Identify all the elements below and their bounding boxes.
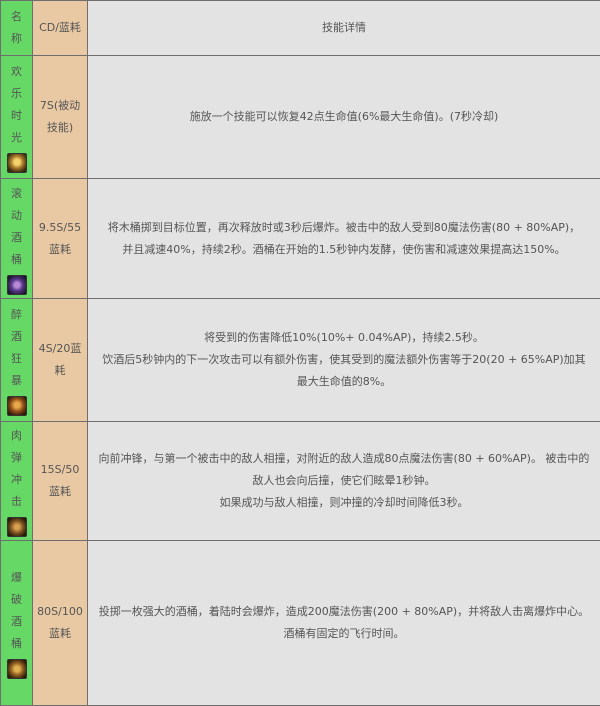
skill-cd: 7S(被动技能) bbox=[36, 95, 84, 139]
skill-detail-line: 饮酒后5秒钟内的下一次攻击可以有额外伤害，使其受到的魔法额外伤害等于20(20 … bbox=[94, 349, 594, 393]
skill-detail-line: 向前冲锋，与第一个被击中的敌人相撞，对附近的敌人造成80点魔法伤害(80 + 6… bbox=[94, 448, 594, 492]
skill-row: 滚动酒桶 9.5S/55蓝耗 将木桶掷到目标位置，再次释放时或3秒后爆炸。被击中… bbox=[1, 179, 600, 299]
skill-name: 滚动酒桶 bbox=[10, 183, 24, 271]
skill-name-cell: 滚动酒桶 bbox=[1, 179, 33, 299]
skill-name: 欢乐时光 bbox=[10, 61, 24, 149]
header-cd: CD/蓝耗 bbox=[33, 17, 87, 39]
skill-cd: 4S/20蓝耗 bbox=[36, 338, 84, 382]
header-cd-cell: CD/蓝耗 bbox=[33, 1, 88, 56]
header-detail: 技能详情 bbox=[94, 17, 594, 39]
skill-name: 醉酒狂暴 bbox=[10, 304, 24, 392]
drunken-rage-icon bbox=[7, 396, 27, 416]
body-slam-icon bbox=[7, 517, 27, 537]
skill-row: 爆破酒桶 80S/100蓝耗 投掷一枚强大的酒桶，着陆时会爆炸，造成200魔法伤… bbox=[1, 541, 600, 706]
skill-detail-cell: 将木桶掷到目标位置，再次释放时或3秒后爆炸。被击中的敌人受到80魔法伤害(80 … bbox=[88, 179, 600, 299]
skill-detail-line: 如果成功与敌人相撞，则冲撞的冷却时间降低3秒。 bbox=[94, 492, 594, 514]
header-row: 名称 CD/蓝耗 技能详情 bbox=[1, 1, 600, 56]
skill-detail-line: 将受到的伤害降低10%(10%+ 0.04%AP)，持续2.5秒。 bbox=[94, 327, 594, 349]
skill-detail-cell: 将受到的伤害降低10%(10%+ 0.04%AP)，持续2.5秒。 饮酒后5秒钟… bbox=[88, 299, 600, 422]
skill-name: 爆破酒桶 bbox=[10, 567, 24, 655]
skill-name-cell: 肉弹冲击 bbox=[1, 422, 33, 541]
skill-cd: 9.5S/55蓝耗 bbox=[36, 217, 84, 261]
skill-row: 醉酒狂暴 4S/20蓝耗 将受到的伤害降低10%(10%+ 0.04%AP)，持… bbox=[1, 299, 600, 422]
explosive-cask-icon bbox=[7, 659, 27, 679]
skill-detail-line: 将木桶掷到目标位置，再次释放时或3秒后爆炸。被击中的敌人受到80魔法伤害(80 … bbox=[94, 217, 594, 261]
skill-cd-cell: 7S(被动技能) bbox=[33, 56, 88, 179]
skill-name-cell: 欢乐时光 bbox=[1, 56, 33, 179]
skills-table: 名称 CD/蓝耗 技能详情 欢乐时光 7S(被动技能) 施放一个技能可以恢复42… bbox=[0, 0, 600, 706]
skill-row: 欢乐时光 7S(被动技能) 施放一个技能可以恢复42点生命值(6%最大生命值)。… bbox=[1, 56, 600, 179]
skill-detail-line: 施放一个技能可以恢复42点生命值(6%最大生命值)。(7秒冷却) bbox=[94, 106, 594, 128]
barrel-cheer-icon bbox=[7, 153, 27, 173]
skill-cd-cell: 4S/20蓝耗 bbox=[33, 299, 88, 422]
skill-cd-cell: 9.5S/55蓝耗 bbox=[33, 179, 88, 299]
skill-cd: 15S/50蓝耗 bbox=[36, 459, 84, 503]
skill-cd: 80S/100蓝耗 bbox=[34, 601, 86, 645]
header-name-cell: 名称 bbox=[1, 1, 33, 56]
header-name: 名称 bbox=[10, 6, 24, 50]
header-detail-cell: 技能详情 bbox=[88, 1, 600, 56]
skill-cd-cell: 15S/50蓝耗 bbox=[33, 422, 88, 541]
skill-detail-cell: 投掷一枚强大的酒桶，着陆时会爆炸，造成200魔法伤害(200 + 80%AP)，… bbox=[88, 541, 600, 706]
skill-cd-cell: 80S/100蓝耗 bbox=[33, 541, 88, 706]
skill-detail-line: 酒桶有固定的飞行时间。 bbox=[94, 623, 594, 645]
skill-detail-line: 投掷一枚强大的酒桶，着陆时会爆炸，造成200魔法伤害(200 + 80%AP)，… bbox=[94, 601, 594, 623]
rolling-barrel-icon bbox=[7, 275, 27, 295]
skill-name: 肉弹冲击 bbox=[10, 425, 24, 513]
skill-name-cell: 爆破酒桶 bbox=[1, 541, 33, 706]
skill-detail-cell: 施放一个技能可以恢复42点生命值(6%最大生命值)。(7秒冷却) bbox=[88, 56, 600, 179]
skill-name-cell: 醉酒狂暴 bbox=[1, 299, 33, 422]
skill-row: 肉弹冲击 15S/50蓝耗 向前冲锋，与第一个被击中的敌人相撞，对附近的敌人造成… bbox=[1, 422, 600, 541]
skill-detail-cell: 向前冲锋，与第一个被击中的敌人相撞，对附近的敌人造成80点魔法伤害(80 + 6… bbox=[88, 422, 600, 541]
